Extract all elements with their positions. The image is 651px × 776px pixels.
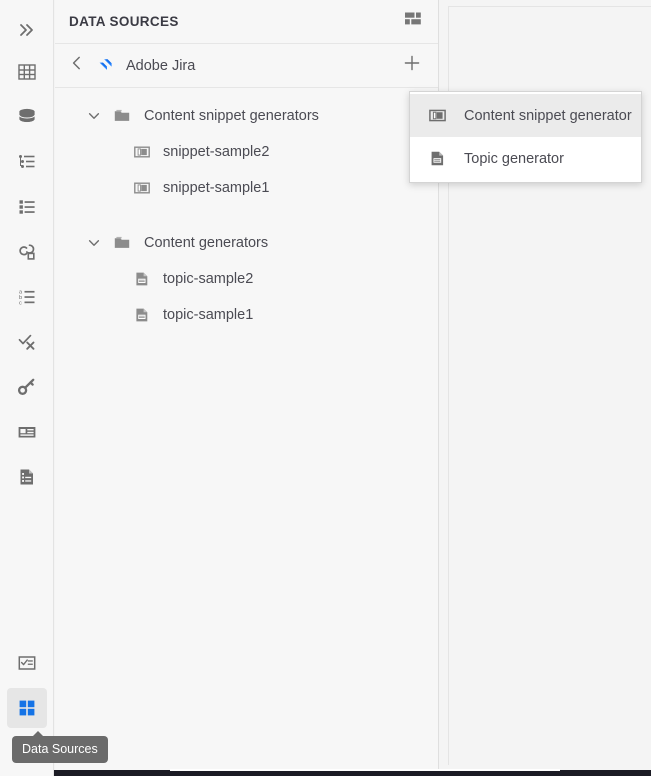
chevron-down-icon[interactable]	[83, 232, 105, 254]
menu-item-content-snippet-generator[interactable]: Content snippet generator	[410, 94, 641, 137]
add-generator-menu: Content snippet generator Topic generato…	[409, 91, 642, 183]
content-snippet-icon	[131, 141, 153, 163]
table-grid-icon	[16, 61, 38, 83]
sidebar-item-structured-list[interactable]	[7, 187, 47, 227]
menu-item-topic-generator[interactable]: Topic generator	[410, 137, 641, 180]
content-snippet-icon	[131, 177, 153, 199]
expand-rail-button[interactable]	[7, 10, 47, 50]
application-window: a b c DATA SOURCES Adobe Jira Content sn…	[0, 0, 651, 776]
check-x-icon	[16, 331, 38, 353]
svg-text:c: c	[19, 300, 22, 306]
tooltip-data-sources: Data Sources	[12, 731, 108, 763]
panel-header: DATA SOURCES	[55, 0, 438, 44]
sidebar-item-table[interactable]	[7, 52, 47, 92]
back-button[interactable]	[67, 55, 87, 77]
checklist-box-icon	[16, 652, 38, 674]
adobe-jira-icon	[97, 57, 115, 75]
tree-folder-label: Content snippet generators	[144, 108, 319, 124]
topic-document-icon	[426, 148, 448, 170]
data-source-tree: Content snippet generators snippet-sampl…	[55, 88, 438, 333]
menu-item-label: Content snippet generator	[464, 107, 632, 124]
tree-item-label: snippet-sample1	[163, 180, 270, 196]
breadcrumb: Adobe Jira	[55, 44, 438, 88]
topic-document-icon	[131, 268, 153, 290]
double-chevron-right-icon	[17, 20, 37, 40]
sidebar-item-data-sources[interactable]	[7, 688, 47, 728]
chevron-down-icon[interactable]	[83, 105, 105, 127]
sidebar-item-cards[interactable]	[7, 412, 47, 452]
square-list-icon	[16, 196, 38, 218]
panel-layout-button[interactable]	[400, 6, 426, 37]
sidebar-item-tasks[interactable]	[7, 643, 47, 683]
sidebar-item-ordered-list[interactable]: a b c	[7, 277, 47, 317]
tree-item-topic-sample1[interactable]: topic-sample1	[55, 297, 438, 333]
menu-item-label: Topic generator	[464, 150, 564, 167]
sidebar-item-documents[interactable]	[7, 457, 47, 497]
id-card-icon	[16, 421, 38, 443]
add-generator-button[interactable]	[400, 54, 424, 78]
tree-item-snippet-sample2[interactable]: snippet-sample2	[55, 134, 438, 170]
content-snippet-icon	[426, 105, 448, 127]
tree-item-snippet-sample1[interactable]: snippet-sample1	[55, 170, 438, 206]
sidebar-item-validation[interactable]	[7, 322, 47, 362]
folder-icon	[111, 232, 133, 254]
key-icon	[16, 376, 38, 398]
tree-item-label: topic-sample2	[163, 271, 254, 287]
window-bottom-highlight	[170, 769, 560, 771]
tree-folder-label: Content generators	[144, 235, 269, 251]
folder-icon	[111, 105, 133, 127]
four-squares-icon	[16, 697, 38, 719]
tree-item-label: topic-sample1	[163, 307, 254, 323]
abc-list-icon: a b c	[16, 286, 38, 308]
document-list-icon	[16, 466, 38, 488]
panel-layout-icon	[403, 9, 423, 34]
left-icon-rail: a b c	[0, 0, 54, 776]
bullet-list-icon	[16, 151, 38, 173]
source-name-label: Adobe Jira	[126, 57, 196, 74]
plus-icon	[402, 53, 422, 78]
sidebar-item-taxonomy[interactable]	[7, 142, 47, 182]
tree-item-topic-sample2[interactable]: topic-sample2	[55, 261, 438, 297]
topic-document-icon	[131, 304, 153, 326]
chevron-left-icon	[69, 55, 85, 76]
sidebar-item-database[interactable]	[7, 97, 47, 137]
sidebar-item-relationships[interactable]	[7, 232, 47, 272]
tree-item-label: snippet-sample2	[163, 144, 270, 160]
data-sources-panel: DATA SOURCES Adobe Jira Content snippet …	[55, 0, 439, 776]
tree-folder[interactable]: Content generators	[55, 225, 438, 261]
tree-folder[interactable]: Content snippet generators	[55, 98, 438, 134]
link-node-icon	[16, 241, 38, 263]
page-title: DATA SOURCES	[69, 14, 179, 29]
database-icon	[16, 106, 38, 128]
sidebar-item-keys[interactable]	[7, 367, 47, 407]
